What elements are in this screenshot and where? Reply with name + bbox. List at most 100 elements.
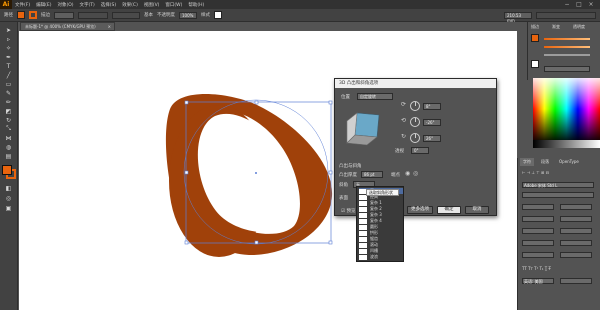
bevel-option[interactable]: 波浪 <box>359 254 403 260</box>
character-panel: 字符 段落 OpenType ⊢ ⊣ ⊥ ⊤ ⊞ ⊟ Adobe 宋体 Std … <box>517 158 600 310</box>
stroke-weight-field[interactable] <box>54 11 74 19</box>
line-tool-icon[interactable]: ╱ <box>3 71 14 79</box>
color-slider-c[interactable] <box>544 38 590 40</box>
handle-top-left[interactable] <box>184 100 189 105</box>
ok-button[interactable]: 确定 <box>437 206 461 214</box>
font-style-field[interactable] <box>522 192 594 198</box>
handle-bottom-left[interactable] <box>184 240 189 245</box>
panel-value-field[interactable] <box>544 66 590 72</box>
cap-label: 端点 <box>391 173 400 178</box>
eraser-tool-icon[interactable]: ◩ <box>3 107 14 115</box>
control-bar: 路径 描边 基本 不透明度 100% 样式 210.53 mm <box>0 9 600 23</box>
handle-bottom-right[interactable] <box>328 240 333 245</box>
aki-field[interactable] <box>560 252 592 258</box>
handle-bottom[interactable] <box>254 240 259 245</box>
position-select[interactable]: 自定旋转 <box>357 93 393 100</box>
document-tab[interactable]: 未标题-1* @ 400% (CMYK/GPU 预览) × <box>20 22 115 31</box>
tracking-field[interactable] <box>560 216 592 222</box>
close-icon[interactable]: × <box>588 1 594 8</box>
handle-top[interactable] <box>254 100 259 105</box>
cap-on-icon[interactable]: ◉ <box>405 170 410 177</box>
rotate-z-field[interactable]: 26° <box>423 135 441 142</box>
rectangle-tool-icon[interactable]: ▭ <box>3 80 14 88</box>
type-tool-icon[interactable]: T <box>3 62 14 70</box>
text-style-buttons[interactable]: TT Tт T¹ T₁ T̲ T̶ <box>522 266 551 271</box>
menu-file[interactable]: 文件(F) <box>12 2 33 8</box>
rotate-y-field[interactable]: -26° <box>423 119 441 126</box>
shape-builder-tool-icon[interactable]: ◍ <box>3 143 14 151</box>
menu-effect[interactable]: 效果(C) <box>119 2 141 8</box>
gradient-tool-icon[interactable]: ▤ <box>3 152 14 160</box>
pencil-tool-icon[interactable]: ✏ <box>3 98 14 106</box>
antialias-field[interactable] <box>560 278 592 284</box>
preview-checkbox[interactable]: ☑ 预览 <box>341 208 355 214</box>
handle-left[interactable] <box>184 170 189 175</box>
menu-window[interactable]: 窗口(W) <box>162 2 185 8</box>
rotation-cube-preview[interactable] <box>343 109 383 149</box>
panel-label-gradient: 渐变 <box>552 24 560 29</box>
extrude-depth-field[interactable]: 86 pt <box>361 171 383 178</box>
font-size-field[interactable] <box>522 204 554 210</box>
more-options-button[interactable]: 更多选项 <box>407 206 433 214</box>
tab-opentype[interactable]: OpenType <box>556 158 582 166</box>
kerning-field[interactable] <box>522 216 554 222</box>
handle-top-right[interactable] <box>328 100 333 105</box>
variable-width-select[interactable] <box>78 11 108 19</box>
color-spectrum-picker[interactable] <box>533 78 600 140</box>
menu-help[interactable]: 帮助(H) <box>185 2 207 8</box>
cancel-button[interactable]: 取消 <box>465 206 489 214</box>
tab-character[interactable]: 字符 <box>520 158 534 166</box>
minimize-icon[interactable]: − <box>564 1 570 8</box>
color-slider-y[interactable] <box>544 54 590 56</box>
menu-bar: Ai 文件(F) 编辑(E) 对象(O) 文字(T) 选择(S) 效果(C) 视… <box>0 0 600 9</box>
bevel-thumb <box>359 230 367 236</box>
width-tool-icon[interactable]: ⋈ <box>3 134 14 142</box>
handle-right[interactable] <box>328 170 333 175</box>
selection-tool-icon[interactable]: ➤ <box>3 26 14 34</box>
perspective-field[interactable]: 0° <box>411 147 429 154</box>
horizontal-scale-field[interactable] <box>560 228 592 234</box>
draw-mode-icon[interactable]: ◎ <box>3 194 14 202</box>
screen-mode-icon[interactable]: ▣ <box>3 204 14 212</box>
rotate-x-field[interactable]: 8° <box>423 103 441 110</box>
leading-field[interactable] <box>560 204 592 210</box>
close-document-icon[interactable]: × <box>108 23 111 30</box>
menu-object[interactable]: 对象(O) <box>54 2 76 8</box>
color-slider-m[interactable] <box>544 46 590 48</box>
pen-tool-icon[interactable]: ✒ <box>3 53 14 61</box>
panel-white-swatch[interactable] <box>531 60 539 68</box>
rotation-field[interactable] <box>560 240 592 246</box>
fill-swatch[interactable] <box>17 11 25 19</box>
rotate-x-dial[interactable] <box>410 101 420 111</box>
opacity-field[interactable]: 100% <box>179 11 197 19</box>
menu-type[interactable]: 文字(T) <box>77 2 98 8</box>
align-icons-row[interactable]: ⊢ ⊣ ⊥ ⊤ ⊞ ⊟ <box>522 170 549 175</box>
surface-label: 表面 <box>339 196 348 201</box>
grayscale-ramp[interactable] <box>533 140 600 148</box>
paintbrush-tool-icon[interactable]: ✎ <box>3 89 14 97</box>
maximize-icon[interactable]: □ <box>576 1 582 8</box>
tab-paragraph[interactable]: 段落 <box>538 158 552 166</box>
panel-fill-swatch[interactable] <box>531 34 539 42</box>
stroke-swatch[interactable] <box>29 11 37 19</box>
menu-select[interactable]: 选择(S) <box>98 2 119 8</box>
fill-stroke-widget[interactable] <box>2 165 16 179</box>
magic-wand-tool-icon[interactable]: ✧ <box>3 44 14 52</box>
rotate-tool-icon[interactable]: ↻ <box>3 116 14 124</box>
width-field[interactable]: 210.53 mm <box>504 11 532 23</box>
tsume-field[interactable] <box>522 252 554 258</box>
color-mode-icon[interactable]: ◧ <box>3 184 14 192</box>
menu-edit[interactable]: 编辑(E) <box>33 2 54 8</box>
rotate-y-dial[interactable] <box>410 117 420 127</box>
cap-off-icon[interactable]: ◎ <box>413 170 418 177</box>
baseline-shift-field[interactable] <box>522 240 554 246</box>
scale-tool-icon[interactable]: ⤡ <box>3 125 14 133</box>
fill-color-box[interactable] <box>2 165 12 175</box>
transform-controls[interactable] <box>536 11 596 19</box>
direct-selection-tool-icon[interactable]: ▹ <box>3 35 14 43</box>
brush-select[interactable] <box>112 11 140 19</box>
graphic-style-swatch[interactable] <box>214 11 222 19</box>
menu-view[interactable]: 视图(V) <box>141 2 163 8</box>
rotate-z-dial[interactable] <box>410 133 420 143</box>
vertical-scale-field[interactable] <box>522 228 554 234</box>
